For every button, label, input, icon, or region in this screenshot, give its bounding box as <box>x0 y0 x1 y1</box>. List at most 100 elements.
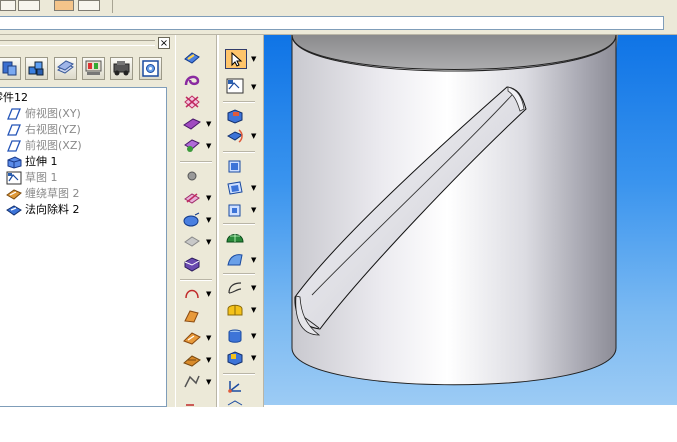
curve-icon[interactable] <box>182 71 202 89</box>
sketch-frame-icon[interactable] <box>225 77 245 95</box>
rib-icon[interactable] <box>182 351 202 369</box>
select-arrow-icon[interactable] <box>225 49 247 69</box>
dome-icon[interactable] <box>225 229 245 247</box>
dropdown-arrow-icon[interactable]: ▼ <box>251 332 256 340</box>
dropdown-arrow-icon[interactable]: ▼ <box>206 356 211 364</box>
dropdown-arrow-icon[interactable]: ▼ <box>206 194 211 202</box>
toolbar-button[interactable] <box>0 0 16 11</box>
plane-b-icon[interactable] <box>225 179 245 197</box>
3d-viewport[interactable] <box>264 35 677 405</box>
dropdown-arrow-icon[interactable]: ▼ <box>206 378 211 386</box>
dropdown-arrow-icon[interactable]: ▼ <box>206 290 211 298</box>
layer-icon[interactable] <box>0 57 21 80</box>
toolbar-separator <box>223 101 255 103</box>
command-bar <box>0 14 677 35</box>
extrude-icon <box>6 155 22 169</box>
dropdown-arrow-icon[interactable]: ▼ <box>206 216 211 224</box>
dropdown-arrow-icon[interactable]: ▼ <box>251 206 256 214</box>
cut-icon[interactable] <box>182 189 202 207</box>
dropdown-arrow-icon[interactable]: ▼ <box>251 354 256 362</box>
arc-icon[interactable] <box>182 285 202 303</box>
box-icon[interactable] <box>225 107 245 125</box>
panel-header: × <box>0 35 175 49</box>
hatch-icon[interactable] <box>182 233 202 251</box>
block-icon[interactable] <box>225 349 245 367</box>
ellipsoid-icon[interactable] <box>182 211 202 229</box>
dropdown-arrow-icon[interactable]: ▼ <box>251 132 256 140</box>
dropdown-arrow-icon[interactable]: ▼ <box>206 142 211 150</box>
tree-item-normal-cut[interactable]: 法向除料 2 <box>6 202 80 218</box>
dropdown-arrow-icon[interactable]: ▼ <box>251 256 256 264</box>
tree-item-wrap-sketch[interactable]: 缠绕草图 2 <box>6 186 80 202</box>
solid-icon[interactable] <box>182 255 202 273</box>
dropdown-arrow-icon[interactable]: ▼ <box>251 306 256 314</box>
assembly-icon[interactable] <box>25 57 48 80</box>
toolbar-separator <box>223 223 255 225</box>
display-icon[interactable] <box>82 57 105 80</box>
toolbar-separator <box>223 373 255 375</box>
tree-item-label: 前视图(XZ) <box>25 139 82 152</box>
cylinder-icon[interactable] <box>225 327 245 345</box>
tree-item-label: 草图 1 <box>25 171 58 184</box>
surface-icon[interactable] <box>225 251 245 269</box>
rotate-icon[interactable] <box>225 127 245 145</box>
dropdown-arrow-icon[interactable]: ▼ <box>251 83 256 91</box>
shell-icon[interactable] <box>182 329 202 347</box>
tree-root-label: 零件12 <box>0 91 28 104</box>
list-view-icon[interactable] <box>54 57 77 80</box>
tree-item-label: 俯视图(XY) <box>25 107 81 120</box>
settings-icon[interactable] <box>139 57 162 80</box>
selection-toolbar: ▼ ▼ ▼ ▼ ▼ ▼ ▼ ▼ ▼ ▼ <box>218 35 264 407</box>
panel-grip[interactable] <box>0 40 155 46</box>
toolbar-divider <box>112 0 113 13</box>
top-toolbar <box>0 0 677 15</box>
dropdown-arrow-icon[interactable]: ▼ <box>251 184 256 192</box>
half-icon[interactable] <box>225 301 245 319</box>
tree-item-label: 法向除料 2 <box>25 203 80 216</box>
slab-icon[interactable] <box>182 115 202 133</box>
cylinder-body <box>291 35 617 386</box>
tree-item-label: 右视图(YZ) <box>25 123 81 136</box>
dropdown-arrow-icon[interactable]: ▼ <box>206 120 211 128</box>
feature-tree: 零件12 俯视图(XY) 右视图(YZ) 前视图(XZ) 拉伸 1 草图 1 缠… <box>0 87 167 407</box>
axis-icon[interactable] <box>225 279 245 297</box>
fillet-icon[interactable] <box>182 373 202 391</box>
dropdown-arrow-icon[interactable]: ▼ <box>206 334 211 342</box>
feature-toolbar: ▼ ▼ ▼ ▼ ▼ ▼ ▼ ▼ ▼ <box>175 35 217 407</box>
dropdown-arrow-icon[interactable]: ▼ <box>206 238 211 246</box>
triad-icon[interactable] <box>225 377 245 395</box>
cylinder-model[interactable] <box>264 35 677 405</box>
toolbar-separator <box>180 161 212 163</box>
dropdown-arrow-icon[interactable]: ▼ <box>251 284 256 292</box>
plane-icon <box>6 139 22 153</box>
toolbar-button[interactable] <box>18 0 40 11</box>
tree-item-label: 拉伸 1 <box>25 155 58 168</box>
tree-toolbar <box>0 53 175 83</box>
vehicle-icon[interactable] <box>110 57 133 80</box>
tree-item-right-plane[interactable]: 右视图(YZ) <box>6 122 81 138</box>
tree-root[interactable]: 零件12 <box>0 90 28 106</box>
plane-icon <box>6 107 22 121</box>
command-input[interactable] <box>0 16 664 30</box>
sketch-icon <box>6 171 22 185</box>
plane-a-icon[interactable] <box>225 157 245 175</box>
face-icon[interactable] <box>182 137 202 155</box>
tree-item-top-plane[interactable]: 俯视图(XY) <box>6 106 81 122</box>
normal-cut-icon <box>6 203 22 217</box>
point-icon[interactable] <box>182 167 202 185</box>
status-area <box>0 407 677 442</box>
toolbar-button[interactable] <box>78 0 100 11</box>
wrap-icon[interactable] <box>182 49 202 67</box>
tree-item-extrude[interactable]: 拉伸 1 <box>6 154 58 170</box>
wrap-sketch-icon <box>6 187 22 201</box>
tree-item-sketch[interactable]: 草图 1 <box>6 170 58 186</box>
close-panel-button[interactable]: × <box>158 37 170 49</box>
dropdown-arrow-icon[interactable]: ▼ <box>251 55 256 63</box>
loft-icon[interactable] <box>182 307 202 325</box>
toolbar-button[interactable] <box>54 0 74 11</box>
intersect-icon[interactable] <box>182 93 202 111</box>
plane-c-icon[interactable] <box>225 201 245 219</box>
tree-item-front-plane[interactable]: 前视图(XZ) <box>6 138 82 154</box>
toolbar-separator <box>223 151 255 153</box>
toolbar-separator <box>180 279 212 281</box>
